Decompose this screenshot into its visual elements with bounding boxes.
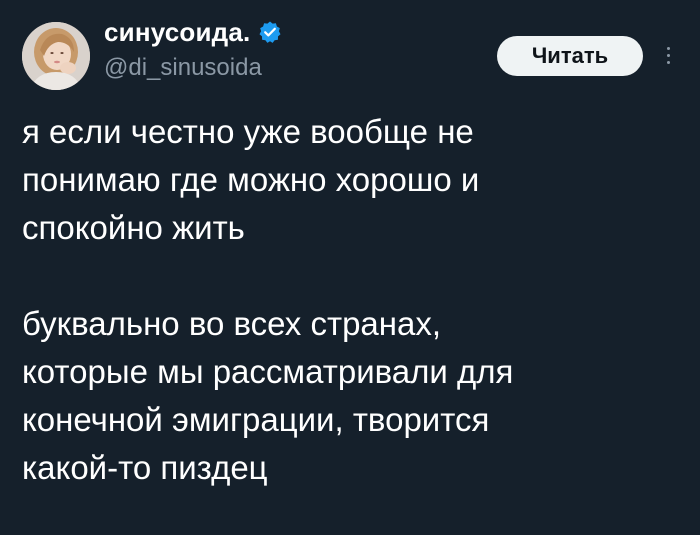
more-vertical-icon[interactable] bbox=[660, 38, 676, 72]
more-dot bbox=[666, 46, 670, 50]
avatar[interactable] bbox=[22, 22, 90, 90]
author-name-row: синусоида. bbox=[104, 16, 282, 48]
tweet-paragraph: буквально во всех странах, которые мы ра… bbox=[22, 305, 514, 486]
verified-badge-icon bbox=[258, 20, 282, 44]
more-dot bbox=[666, 60, 670, 64]
display-name[interactable]: синусоида. bbox=[104, 17, 250, 48]
tweet-card: синусоида. @di_sinusoida Читать я если ч… bbox=[0, 0, 700, 535]
follow-button[interactable]: Читать bbox=[497, 36, 643, 76]
profile-avatar-image bbox=[22, 22, 90, 90]
author-handle[interactable]: @di_sinusoida bbox=[104, 54, 262, 82]
tweet-text: я если честно уже вообще не понимаю где … bbox=[22, 108, 682, 492]
more-dot bbox=[666, 53, 670, 57]
tweet-paragraph: я если честно уже вообще не понимаю где … bbox=[22, 113, 480, 246]
